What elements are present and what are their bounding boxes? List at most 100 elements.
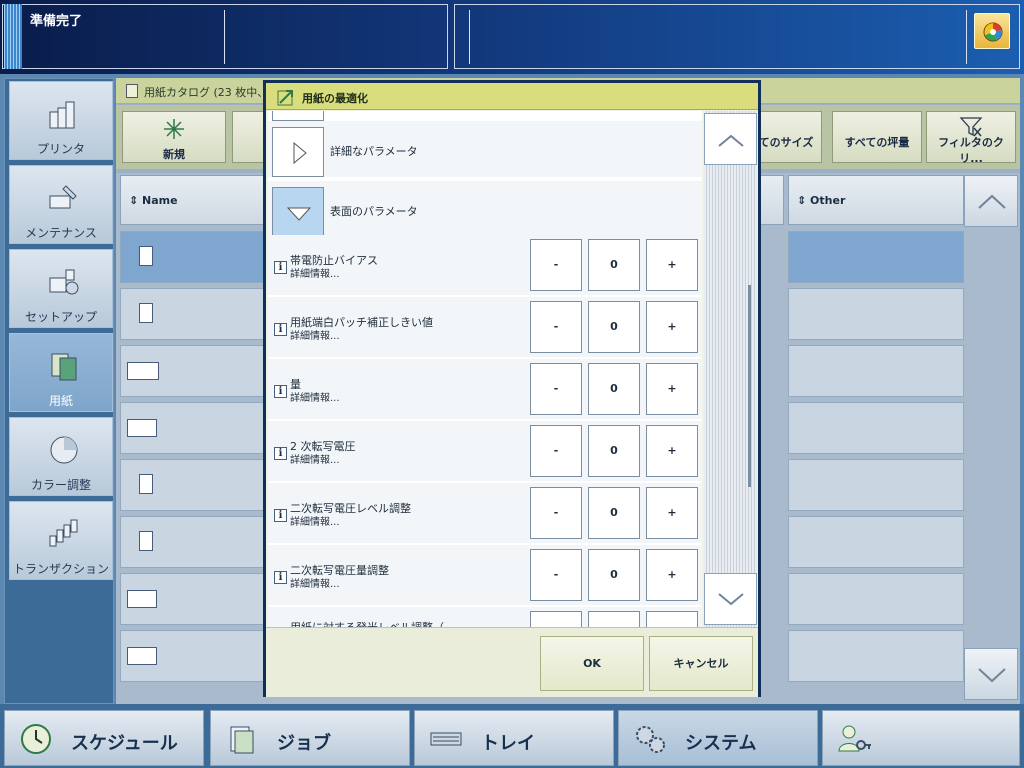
details-link[interactable]: 詳細情報...	[290, 451, 340, 466]
increment-button[interactable]: +	[646, 487, 698, 539]
info-icon[interactable]: i	[274, 509, 287, 522]
sidebar-item-printer[interactable]: プリンタ	[9, 81, 113, 160]
decrement-button[interactable]: -	[530, 425, 582, 477]
expand-toggle[interactable]	[272, 127, 324, 177]
increment-button[interactable]: +	[646, 363, 698, 415]
media-page-icon	[127, 647, 157, 665]
scroll-thumb[interactable]	[748, 285, 751, 487]
ok-button[interactable]: OK	[540, 636, 644, 691]
tab-schedule[interactable]: スケジュール	[4, 710, 204, 766]
value-field[interactable]	[588, 611, 640, 627]
system-gear-icon	[636, 726, 665, 753]
value-field[interactable]: 0	[588, 363, 640, 415]
decrement-button[interactable]: -	[530, 239, 582, 291]
media-page-icon	[139, 246, 153, 266]
scroll-up-button[interactable]	[704, 113, 757, 165]
scroll-up-button[interactable]	[964, 175, 1018, 227]
details-link[interactable]: 詳細情報...	[290, 575, 340, 590]
new-button[interactable]: 新規	[122, 111, 226, 163]
info-panel	[454, 4, 1020, 69]
clock-icon	[21, 724, 51, 754]
section-advanced-params[interactable]: 詳細なパラメータ	[268, 121, 702, 179]
tab-jobs[interactable]: ジョブ	[210, 710, 410, 766]
dialog-scrollbar[interactable]	[704, 111, 757, 627]
trend-up-icon	[277, 90, 293, 106]
chevron-right-icon	[293, 141, 307, 165]
table-cell[interactable]	[788, 516, 964, 568]
info-icon[interactable]: i	[274, 323, 287, 336]
media-page-icon	[127, 590, 157, 608]
previous-tile-edge	[272, 111, 324, 121]
value-field[interactable]: 0	[588, 425, 640, 477]
all-sizes-label: てのサイズ	[758, 136, 814, 149]
chevron-down-icon	[978, 668, 1006, 683]
value-field[interactable]: 0	[588, 239, 640, 291]
decrement-button[interactable]: -	[530, 549, 582, 601]
param-row: i 二次転写電圧レベル調整 詳細情報... - 0 +	[268, 483, 702, 545]
increment-button[interactable]	[646, 611, 698, 627]
tab-user-login[interactable]	[822, 710, 1020, 766]
dialog-title-bar: 用紙の最適化	[266, 83, 758, 110]
media-icon	[51, 353, 77, 381]
sidebar-item-maintenance[interactable]: メンテナンス	[9, 165, 113, 244]
all-weights-button[interactable]: すべての坪量	[832, 111, 922, 163]
tab-tray[interactable]: トレイ	[414, 710, 614, 766]
decrement-button[interactable]: -	[530, 363, 582, 415]
table-cell[interactable]	[788, 402, 964, 454]
chevron-up-icon	[978, 194, 1006, 209]
catalog-icon	[126, 84, 138, 98]
info-icon[interactable]: i	[274, 385, 287, 398]
info-icon[interactable]: i	[274, 261, 287, 274]
clear-filter-button[interactable]: フィルタのクリ...	[926, 111, 1016, 165]
section-surface-params[interactable]: 表面のパラメータ	[268, 181, 702, 239]
param-row: i 帯電防止バイアス 詳細情報... - 0 +	[268, 235, 702, 297]
sidebar-item-label: メンテナンス	[25, 226, 97, 240]
param-row: i 量 詳細情報... - 0 +	[268, 359, 702, 421]
all-weights-label: すべての坪量	[844, 136, 910, 149]
home-button[interactable]	[974, 13, 1010, 49]
column-header-other[interactable]: ⇕ Other	[788, 175, 964, 225]
param-row: i 二次転写電圧量調整 詳細情報... - 0 +	[268, 545, 702, 607]
tray-icon	[430, 732, 462, 746]
setup-icon	[49, 269, 79, 295]
decrement-button[interactable]: -	[530, 487, 582, 539]
table-cell[interactable]	[788, 573, 964, 625]
tab-system[interactable]: システム	[618, 710, 818, 766]
table-cell[interactable]	[788, 630, 964, 682]
bottom-nav: スケジュール ジョブ トレイ システム	[0, 704, 1024, 768]
scroll-down-button[interactable]	[964, 648, 1018, 700]
details-link[interactable]: 詳細情報...	[290, 389, 340, 404]
sidebar-item-label: プリンタ	[36, 142, 85, 156]
decrement-button[interactable]	[530, 611, 582, 627]
sidebar-item-setup[interactable]: セットアップ	[9, 249, 113, 328]
cancel-button[interactable]: キャンセル	[649, 636, 753, 691]
details-link[interactable]: 詳細情報...	[290, 265, 340, 280]
value-field[interactable]: 0	[588, 301, 640, 353]
job-icon	[230, 726, 254, 754]
table-cell[interactable]	[788, 288, 964, 340]
sidebar-item-color[interactable]: カラー調整	[9, 417, 113, 496]
table-cell[interactable]	[788, 231, 964, 283]
info-icon[interactable]: i	[274, 571, 287, 584]
details-link[interactable]: 詳細情報...	[290, 513, 340, 528]
decrement-button[interactable]: -	[530, 301, 582, 353]
increment-button[interactable]: +	[646, 301, 698, 353]
scroll-down-button[interactable]	[704, 573, 757, 625]
increment-button[interactable]: +	[646, 549, 698, 601]
increment-button[interactable]: +	[646, 239, 698, 291]
increment-button[interactable]: +	[646, 425, 698, 477]
sidebar-item-label: セットアップ	[24, 310, 97, 324]
color-icon	[50, 436, 78, 464]
details-link[interactable]: 詳細情報...	[290, 327, 340, 342]
column-other-label: Other	[810, 194, 846, 207]
value-field[interactable]: 0	[588, 487, 640, 539]
table-cell[interactable]	[788, 459, 964, 511]
clear-filter-label: フィルタのクリ...	[938, 136, 1004, 165]
sidebar-item-media[interactable]: 用紙	[9, 333, 113, 412]
table-cell[interactable]	[788, 345, 964, 397]
info-icon[interactable]: i	[274, 447, 287, 460]
value-field[interactable]: 0	[588, 549, 640, 601]
collapse-toggle[interactable]	[272, 187, 324, 237]
sidebar-item-transaction[interactable]: トランザクション	[9, 501, 113, 580]
top-status-bar: 準備完了	[0, 0, 1024, 74]
